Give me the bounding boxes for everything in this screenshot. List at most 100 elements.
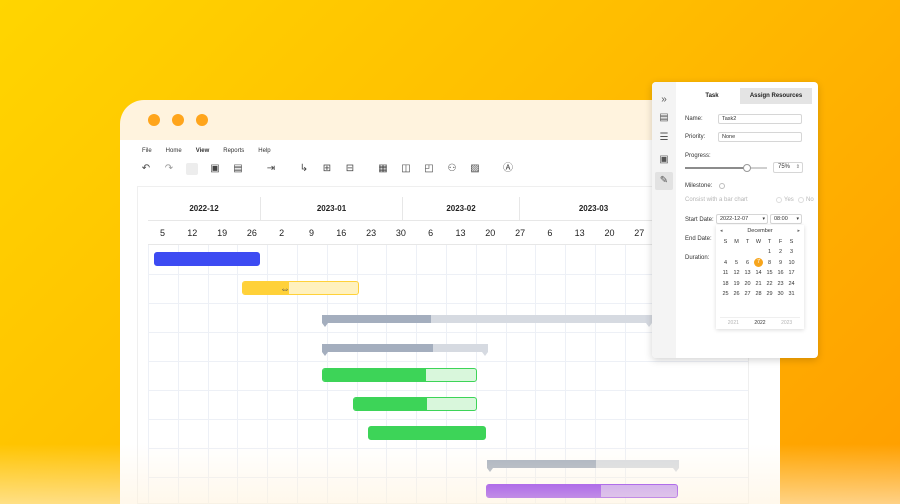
calendar-day[interactable]: 1 (764, 247, 775, 257)
day-label: 26 (246, 228, 257, 238)
tab-task[interactable]: Task (684, 88, 740, 104)
calendar-day[interactable]: 29 (764, 289, 775, 299)
undo-icon[interactable]: ↶ (140, 163, 152, 175)
yes-radio[interactable] (776, 197, 782, 203)
table-icon[interactable]: ▤ (232, 163, 244, 175)
calendar-day[interactable]: 2 (775, 247, 786, 257)
add-subtask-icon[interactable]: ⊟ (344, 163, 356, 175)
task-bar[interactable] (242, 281, 359, 295)
task-progress (155, 253, 259, 265)
year-option[interactable]: 2023 (781, 320, 792, 326)
close-dot[interactable] (148, 114, 160, 126)
add-task-icon[interactable]: ⊞ (321, 163, 333, 175)
calendar-day[interactable]: 24 (786, 279, 797, 289)
menu-view[interactable]: View (196, 148, 210, 154)
format-icon[interactable]: ✎ (655, 172, 673, 190)
weekday-label: M (734, 239, 739, 245)
task-bar[interactable] (154, 252, 260, 266)
calendar-day-selected[interactable]: 7 (754, 258, 763, 268)
maximize-dot[interactable] (196, 114, 208, 126)
next-month-icon[interactable]: ▸ (797, 228, 800, 234)
list-icon[interactable]: ☰ (658, 132, 670, 144)
view-c-icon[interactable]: ◰ (423, 163, 435, 175)
resource-icon[interactable]: ⚇ (446, 163, 458, 175)
link-icon[interactable]: ↳ (298, 163, 310, 175)
calendar-day[interactable]: 16 (775, 268, 786, 278)
summary-task-bar[interactable] (322, 344, 488, 356)
no-label: No (806, 197, 814, 203)
priority-select[interactable]: None (718, 132, 802, 142)
calendar-day[interactable]: 6 (742, 258, 753, 268)
calendar-day[interactable]: 15 (764, 268, 775, 278)
calendar-day[interactable]: 27 (742, 289, 753, 299)
save-icon[interactable]: ▣ (658, 154, 670, 166)
start-time-field[interactable]: 08:00 ▾ (770, 214, 802, 224)
progress-slider-fill (685, 167, 747, 169)
calendar-day[interactable]: 14 (753, 268, 764, 278)
calendar-grid: S M T W T F S 1 2 3 4 5 6 7 8 9 10 11 12 13 14 15 16 17 18 19 20 21… (720, 237, 797, 299)
grid-row-line (148, 390, 748, 391)
calendar-day[interactable]: 3 (786, 247, 797, 257)
menu-help[interactable]: Help (258, 148, 270, 154)
calendar-day[interactable]: 26 (731, 289, 742, 299)
name-field[interactable]: Task2 (718, 114, 802, 124)
calendar-day[interactable]: 11 (720, 268, 731, 278)
calendar-day[interactable]: 21 (753, 279, 764, 289)
stepper-arrows-icon[interactable]: ⇕ (796, 163, 800, 172)
menu-reports[interactable]: Reports (223, 148, 244, 154)
progress-stepper[interactable]: 75% ⇕ (773, 162, 803, 173)
calendar-day[interactable]: 25 (720, 289, 731, 299)
collapse-icon[interactable]: » (658, 94, 670, 106)
calendar-day[interactable]: 30 (775, 289, 786, 299)
calendar-day[interactable]: 13 (742, 268, 753, 278)
tab-assign-resources[interactable]: Assign Resources (740, 88, 812, 104)
chevron-down-icon: ▾ (762, 216, 765, 222)
view-a-icon[interactable]: ▦ (377, 163, 389, 175)
yes-label: Yes (784, 197, 794, 203)
grid-column-line (207, 245, 209, 503)
calendar-day[interactable]: 17 (786, 268, 797, 278)
no-radio[interactable] (798, 197, 804, 203)
indent-icon[interactable]: ⇥ (265, 163, 277, 175)
task-bar[interactable] (353, 397, 477, 411)
calendar-day[interactable]: 12 (731, 268, 742, 278)
menu-home[interactable]: Home (166, 148, 182, 154)
save-icon[interactable]: ▣ (209, 163, 221, 175)
calendar-day[interactable]: 4 (720, 258, 731, 268)
calendar-day[interactable]: 9 (775, 258, 786, 268)
calendar-day[interactable]: 20 (742, 279, 753, 289)
calendar-day[interactable]: 18 (720, 279, 731, 289)
calendar-day[interactable]: 28 (753, 289, 764, 299)
report-icon[interactable]: ▨ (469, 163, 481, 175)
summary-task-bar[interactable] (322, 315, 652, 327)
calendar-day[interactable]: 10 (786, 258, 797, 268)
milestone-checkbox[interactable] (719, 183, 725, 189)
summary-task-bar[interactable] (487, 460, 679, 472)
task-bar[interactable] (368, 426, 486, 440)
calendar-day[interactable]: 23 (775, 279, 786, 289)
year-option-current[interactable]: 2022 (754, 320, 765, 326)
task-properties-panel: » ▤ ☰ ▣ ✎ Task Assign Resources Name: Ta… (652, 82, 818, 358)
start-date-field[interactable]: 2022-12-07 ▾ (716, 214, 768, 224)
calendar-day[interactable]: 22 (764, 279, 775, 289)
text-icon[interactable]: Ⓐ (502, 163, 514, 175)
year-option[interactable]: 2021 (728, 320, 739, 326)
blank-icon[interactable] (186, 163, 198, 175)
task-bar[interactable] (322, 368, 477, 382)
calendar-day[interactable]: 8 (764, 258, 775, 268)
calendar-day[interactable]: 31 (786, 289, 797, 299)
minimize-dot[interactable] (172, 114, 184, 126)
calendar-day[interactable]: 19 (731, 279, 742, 289)
menu-file[interactable]: File (142, 148, 152, 154)
progress-slider-thumb[interactable] (742, 164, 751, 172)
document-icon[interactable]: ▤ (658, 112, 670, 124)
weekday-label: W (755, 239, 762, 245)
grid-row-line (148, 448, 748, 449)
progress-slider[interactable] (685, 164, 767, 172)
month-label: 2023-01 (261, 197, 403, 221)
view-b-icon[interactable]: ◫ (400, 163, 412, 175)
weekday-label: F (778, 239, 783, 245)
task-bar[interactable] (486, 484, 678, 498)
calendar-day[interactable]: 5 (731, 258, 742, 268)
redo-icon[interactable]: ↷ (163, 163, 175, 175)
